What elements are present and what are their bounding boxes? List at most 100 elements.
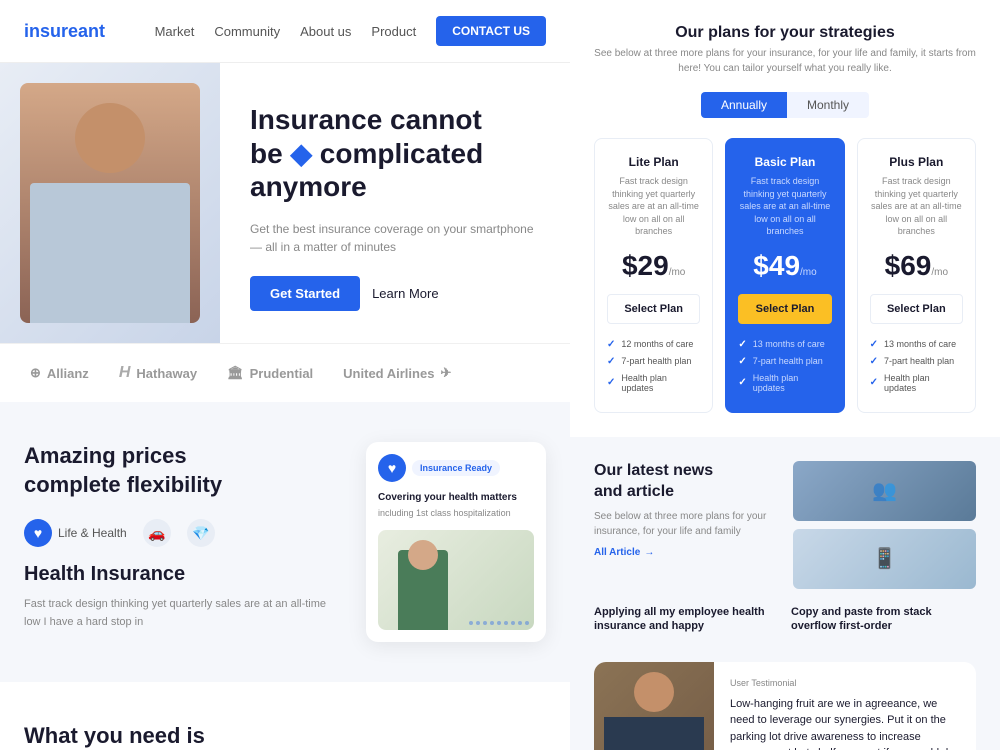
news-articles: Applying all my employee health insuranc…: [594, 605, 976, 638]
news-article-2: Copy and paste from stack overflow first…: [791, 605, 976, 638]
news-header-left: Our latest news and article See below at…: [594, 461, 777, 589]
health-insurance-desc: Fast track design thinking yet quarterly…: [24, 596, 336, 631]
partners-section: ⊕ Allianz H Hathaway 🏛 Prudential United…: [0, 343, 570, 402]
pricing-heading: Our plans for your strategies: [594, 24, 976, 42]
billing-toggle: Annually Monthly: [594, 92, 976, 118]
hero-image: [0, 63, 220, 343]
heart-tab-icon: ♥: [24, 519, 52, 547]
mockup-heart-icon: ♥: [378, 454, 406, 482]
news-header: Our latest news and article See below at…: [594, 461, 976, 589]
lite-select-button[interactable]: Select Plan: [607, 294, 700, 324]
toggle-annually[interactable]: Annually: [701, 92, 787, 118]
features-heading: Amazing prices complete flexibility: [24, 442, 336, 499]
article-2-title: Copy and paste from stack overflow first…: [791, 605, 976, 634]
contact-button[interactable]: CONTACT US: [436, 16, 546, 46]
navbar: insureant Market Community About us Prod…: [0, 0, 570, 63]
news-article-1: Applying all my employee health insuranc…: [594, 605, 779, 638]
simple-apps-section: What you need is ready in one simple app…: [0, 682, 570, 750]
toggle-monthly[interactable]: Monthly: [787, 92, 869, 118]
tab-life-health[interactable]: ♥ Life & Health: [24, 519, 127, 547]
plus-features: 13 months of care 7-part health plan Hea…: [870, 336, 963, 396]
features-right: ♥ Insurance Ready Covering your health m…: [366, 442, 546, 642]
plus-feature-2: 7-part health plan: [870, 353, 963, 370]
gem-tab-icon: 💎: [187, 519, 215, 547]
partner-prudential: 🏛 Prudential: [227, 365, 313, 381]
hero-person: [20, 83, 200, 323]
left-panel: insureant Market Community About us Prod…: [0, 0, 570, 750]
article-1-title: Applying all my employee health insuranc…: [594, 605, 779, 634]
nav-about[interactable]: About us: [300, 24, 351, 39]
testimonial-content: User Testimonial Low-hanging fruit are w…: [730, 662, 976, 750]
mockup-subtitle: including 1st class hospitalization: [378, 507, 534, 520]
partner-allianz: ⊕ Allianz: [30, 365, 89, 381]
all-articles-link[interactable]: All Article →: [594, 547, 777, 558]
news-heading: Our latest news and article: [594, 461, 777, 503]
testimonial-person-image: COMPANY: [594, 662, 714, 750]
testimonial-card: COMPANY User Testimonial Low-hanging fru…: [594, 662, 976, 750]
lite-plan-desc: Fast track design thinking yet quarterly…: [607, 175, 700, 238]
testimonial-label: User Testimonial: [730, 678, 960, 688]
feature-tabs: ♥ Life & Health 🚗 💎: [24, 519, 336, 547]
news-img-2: 📱: [793, 529, 976, 589]
tab-premium[interactable]: 💎: [187, 519, 215, 547]
plus-feature-1: 13 months of care: [870, 336, 963, 353]
news-images: 👥 📱: [793, 461, 976, 589]
testimonial-quote: Low-hanging fruit are we in agreeance, w…: [730, 696, 960, 750]
nav-links: Market Community About us Product CONTAC…: [155, 16, 546, 46]
pricing-section: Our plans for your strategies See below …: [570, 0, 1000, 437]
simple-apps-heading: What you need is ready in one simple app…: [24, 722, 546, 750]
lite-plan-name: Lite Plan: [607, 155, 700, 169]
plus-feature-3: Health plan updates: [870, 370, 963, 396]
hero-description: Get the best insurance coverage on your …: [250, 220, 540, 256]
learn-more-button[interactable]: Learn More: [372, 286, 438, 301]
health-insurance-title: Health Insurance: [24, 563, 336, 586]
basic-feature-2: 7-part health plan: [738, 353, 831, 370]
right-panel: Our plans for your strategies See below …: [570, 0, 1000, 750]
features-section: Amazing prices complete flexibility ♥ Li…: [0, 402, 570, 682]
tab-auto[interactable]: 🚗: [143, 519, 171, 547]
app-mockup: ♥ Insurance Ready Covering your health m…: [366, 442, 546, 642]
pricing-description: See below at three more plans for your i…: [594, 46, 976, 76]
basic-feature-3: Health plan updates: [738, 370, 831, 396]
hero-section: Insurance cannot be ◆ complicated anymor…: [0, 63, 570, 343]
testimonial-section: COMPANY User Testimonial Low-hanging fru…: [570, 662, 1000, 750]
plans-grid: Lite Plan Fast track design thinking yet…: [594, 138, 976, 413]
lite-plan-price: $29/mo: [607, 250, 700, 282]
car-tab-icon: 🚗: [143, 519, 171, 547]
news-section: Our latest news and article See below at…: [570, 437, 1000, 662]
news-img-1: 👥: [793, 461, 976, 521]
lite-plan-card: Lite Plan Fast track design thinking yet…: [594, 138, 713, 413]
get-started-button[interactable]: Get Started: [250, 276, 360, 311]
basic-feature-1: 13 months of care: [738, 336, 831, 353]
lite-feature-2: 7-part health plan: [607, 353, 700, 370]
basic-select-button[interactable]: Select Plan: [738, 294, 831, 324]
partner-united: United Airlines ✈: [343, 365, 451, 381]
basic-plan-price: $49/mo: [738, 250, 831, 282]
nav-market[interactable]: Market: [155, 24, 195, 39]
logo: insureant: [24, 21, 105, 42]
mockup-title: Covering your health matters: [378, 492, 534, 503]
mockup-header: ♥ Insurance Ready: [378, 454, 534, 482]
basic-plan-name: Basic Plan: [738, 155, 831, 169]
nav-community[interactable]: Community: [214, 24, 280, 39]
lite-feature-3: Health plan updates: [607, 370, 700, 396]
news-description: See below at three more plans for your i…: [594, 509, 777, 539]
plus-plan-desc: Fast track design thinking yet quarterly…: [870, 175, 963, 238]
hero-content: Insurance cannot be ◆ complicated anymor…: [220, 63, 570, 343]
lite-features: 12 months of care 7-part health plan Hea…: [607, 336, 700, 396]
plus-select-button[interactable]: Select Plan: [870, 294, 963, 324]
dots-pattern: [469, 621, 529, 625]
basic-plan-desc: Fast track design thinking yet quarterly…: [738, 175, 831, 238]
plus-plan-card: Plus Plan Fast track design thinking yet…: [857, 138, 976, 413]
mockup-tag: Insurance Ready: [412, 460, 500, 476]
doctor-image: [378, 530, 534, 630]
basic-features: 13 months of care 7-part health plan Hea…: [738, 336, 831, 396]
hero-buttons: Get Started Learn More: [250, 276, 540, 311]
partner-hathaway: H Hathaway: [119, 364, 197, 382]
plus-plan-name: Plus Plan: [870, 155, 963, 169]
plus-plan-price: $69/mo: [870, 250, 963, 282]
lite-feature-1: 12 months of care: [607, 336, 700, 353]
hero-headline: Insurance cannot be ◆ complicated anymor…: [250, 103, 540, 204]
nav-product[interactable]: Product: [371, 24, 416, 39]
basic-plan-card: Basic Plan Fast track design thinking ye…: [725, 138, 844, 413]
